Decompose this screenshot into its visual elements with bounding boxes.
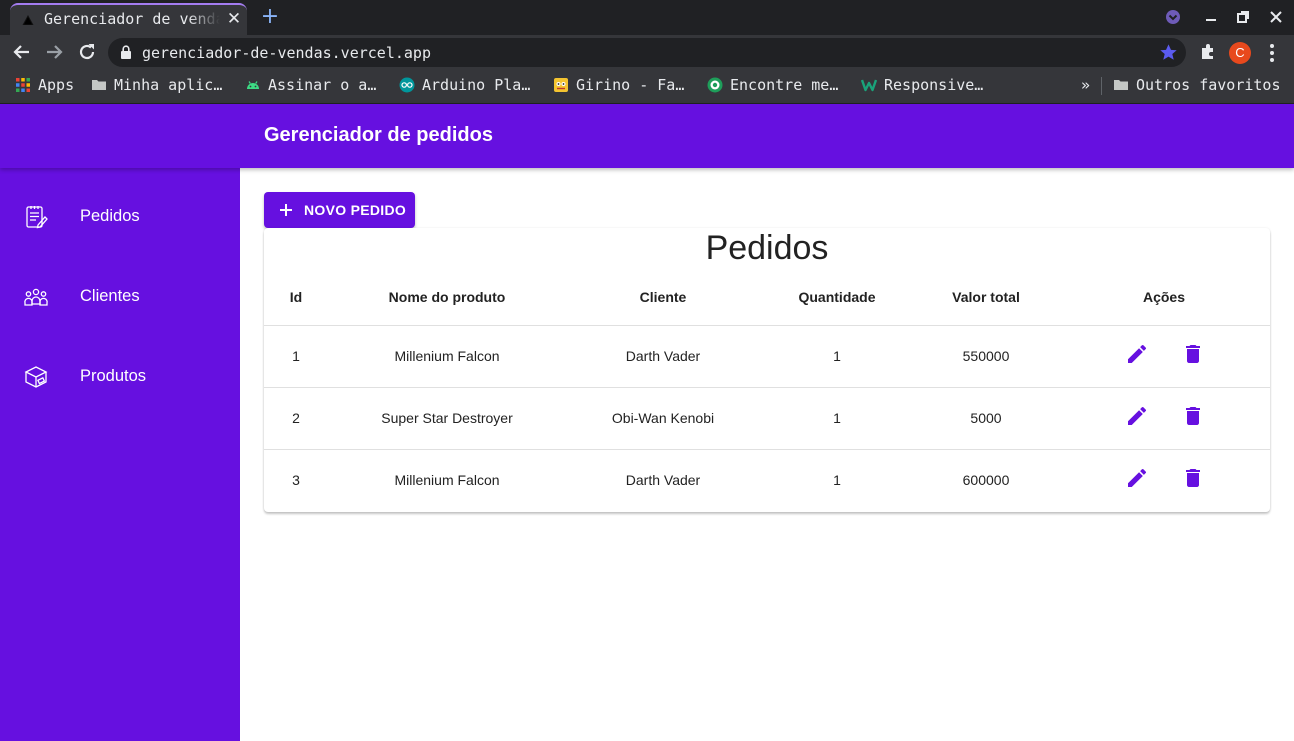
cell-id: 2 [292, 410, 300, 426]
sidebar-item-label: Clientes [80, 287, 140, 305]
browser-toolbar: gerenciador-de-vendas.vercel.app [0, 35, 1294, 68]
cell-product: Super Star Destroyer [381, 410, 513, 426]
edit-pencil-icon[interactable] [1125, 342, 1149, 366]
cell-customer: Darth Vader [625, 348, 701, 364]
sidebar-item-pedidos[interactable]: Pedidos [0, 192, 240, 240]
column-header-actions: Ações [1142, 289, 1186, 305]
customers-group-icon [24, 288, 48, 306]
minimize-icon[interactable] [1201, 7, 1221, 27]
address-bar[interactable]: gerenciador-de-vendas.vercel.app [108, 38, 1186, 67]
column-header-id: Id [289, 289, 303, 305]
orders-card: Pedidos Id Nome do produto Cliente Quant… [264, 228, 1270, 512]
bookmark-label: Arduino Pla… [422, 76, 531, 94]
bookmark-label: Apps [38, 76, 75, 94]
edit-pencil-icon[interactable] [1125, 404, 1149, 428]
folder-icon [1114, 80, 1128, 90]
cell-total: 600000 [962, 472, 1010, 488]
new-order-button[interactable]: NOVO PEDIDO [264, 192, 415, 228]
sidebar-item-label: Produtos [80, 367, 147, 385]
cell-quantity: 1 [833, 472, 841, 488]
url-text[interactable]: gerenciador-de-vendas.vercel.app [142, 44, 431, 62]
sidebar-item-produtos[interactable]: Produtos [0, 352, 240, 400]
apps-grid-icon [16, 78, 30, 92]
app-header: Gerenciador de pedidos [0, 104, 1294, 168]
column-header-product: Nome do produto [388, 289, 506, 305]
bookmarks-overflow-button[interactable]: » [1081, 75, 1090, 95]
delete-trash-icon[interactable] [1181, 404, 1205, 428]
bookmarks-separator [1101, 77, 1102, 95]
cell-total: 5000 [970, 410, 1002, 426]
sidebar-item-clientes[interactable]: Clientes [0, 272, 240, 320]
bookmark-label: Assinar o a… [268, 76, 377, 94]
cell-total: 550000 [962, 348, 1010, 364]
products-box-icon [24, 366, 48, 388]
cell-quantity: 1 [833, 410, 841, 426]
cell-customer: Obi-Wan Kenobi [611, 410, 715, 426]
overflow-chevron-icon: » [1081, 76, 1091, 94]
browser-tab[interactable]: Gerenciador de vendas ✕ [10, 3, 247, 35]
column-header-customer: Cliente [639, 289, 687, 305]
girino-icon [554, 78, 568, 92]
cell-product: Millenium Falcon [394, 348, 500, 364]
bookmark-label: Encontre me… [730, 76, 839, 94]
column-header-total: Valor total [952, 289, 1020, 305]
cell-quantity: 1 [833, 348, 841, 364]
window-close-icon[interactable] [1266, 7, 1286, 27]
column-header-quantity: Quantidade [798, 289, 876, 305]
edit-pencil-icon[interactable] [1125, 466, 1149, 490]
lock-icon [121, 45, 131, 59]
bookmark-star-icon[interactable] [1159, 43, 1178, 62]
bookmark-label: Girino - Fa… [576, 76, 685, 94]
cell-customer: Darth Vader [625, 472, 701, 488]
browser-tab-strip: Gerenciador de vendas ✕ + [0, 0, 1294, 35]
plus-icon [280, 204, 292, 216]
sidebar: Pedidos Clientes Produtos [0, 168, 240, 741]
bookmark-label: Responsive… [884, 76, 984, 94]
cell-product: Millenium Falcon [394, 472, 500, 488]
back-arrow-icon[interactable] [11, 41, 33, 63]
android-icon [247, 81, 259, 89]
row-divider [264, 325, 1270, 326]
tab-search-icon[interactable] [1163, 7, 1183, 27]
new-order-button-label: NOVO PEDIDO [304, 202, 407, 218]
orders-list-icon [26, 206, 48, 229]
delete-trash-icon[interactable] [1181, 466, 1205, 490]
bookmarks-bar: Apps Minha aplic… Assinar o a… Arduino P… [0, 68, 1294, 104]
orders-table-title: Pedidos [705, 229, 829, 267]
row-divider [264, 387, 1270, 388]
delete-trash-icon[interactable] [1181, 342, 1205, 366]
sidebar-item-label: Pedidos [80, 207, 140, 225]
folder-icon [92, 80, 106, 90]
profile-avatar[interactable]: C [1229, 42, 1251, 64]
bookmark-label: Minha aplic… [114, 76, 223, 94]
browser-menu-icon[interactable] [1264, 42, 1280, 64]
vercel-favicon-icon [22, 15, 34, 25]
row-divider [264, 449, 1270, 450]
extensions-puzzle-icon[interactable] [1198, 41, 1218, 61]
arduino-icon [399, 77, 415, 93]
cell-id: 3 [292, 472, 300, 488]
target-icon [707, 77, 723, 93]
new-tab-plus-icon[interactable]: + [258, 5, 282, 29]
tab-close-icon[interactable]: ✕ [225, 10, 243, 28]
forward-arrow-icon[interactable] [43, 41, 65, 63]
restore-icon[interactable] [1233, 7, 1253, 27]
w-logo-icon [861, 79, 877, 92]
cell-id: 1 [292, 348, 300, 364]
reload-icon[interactable] [76, 41, 98, 63]
tab-title: Gerenciador de vendas [44, 10, 220, 28]
app-title: Gerenciador de pedidos [264, 124, 493, 146]
bookmark-label: Outros favoritos [1136, 76, 1281, 94]
